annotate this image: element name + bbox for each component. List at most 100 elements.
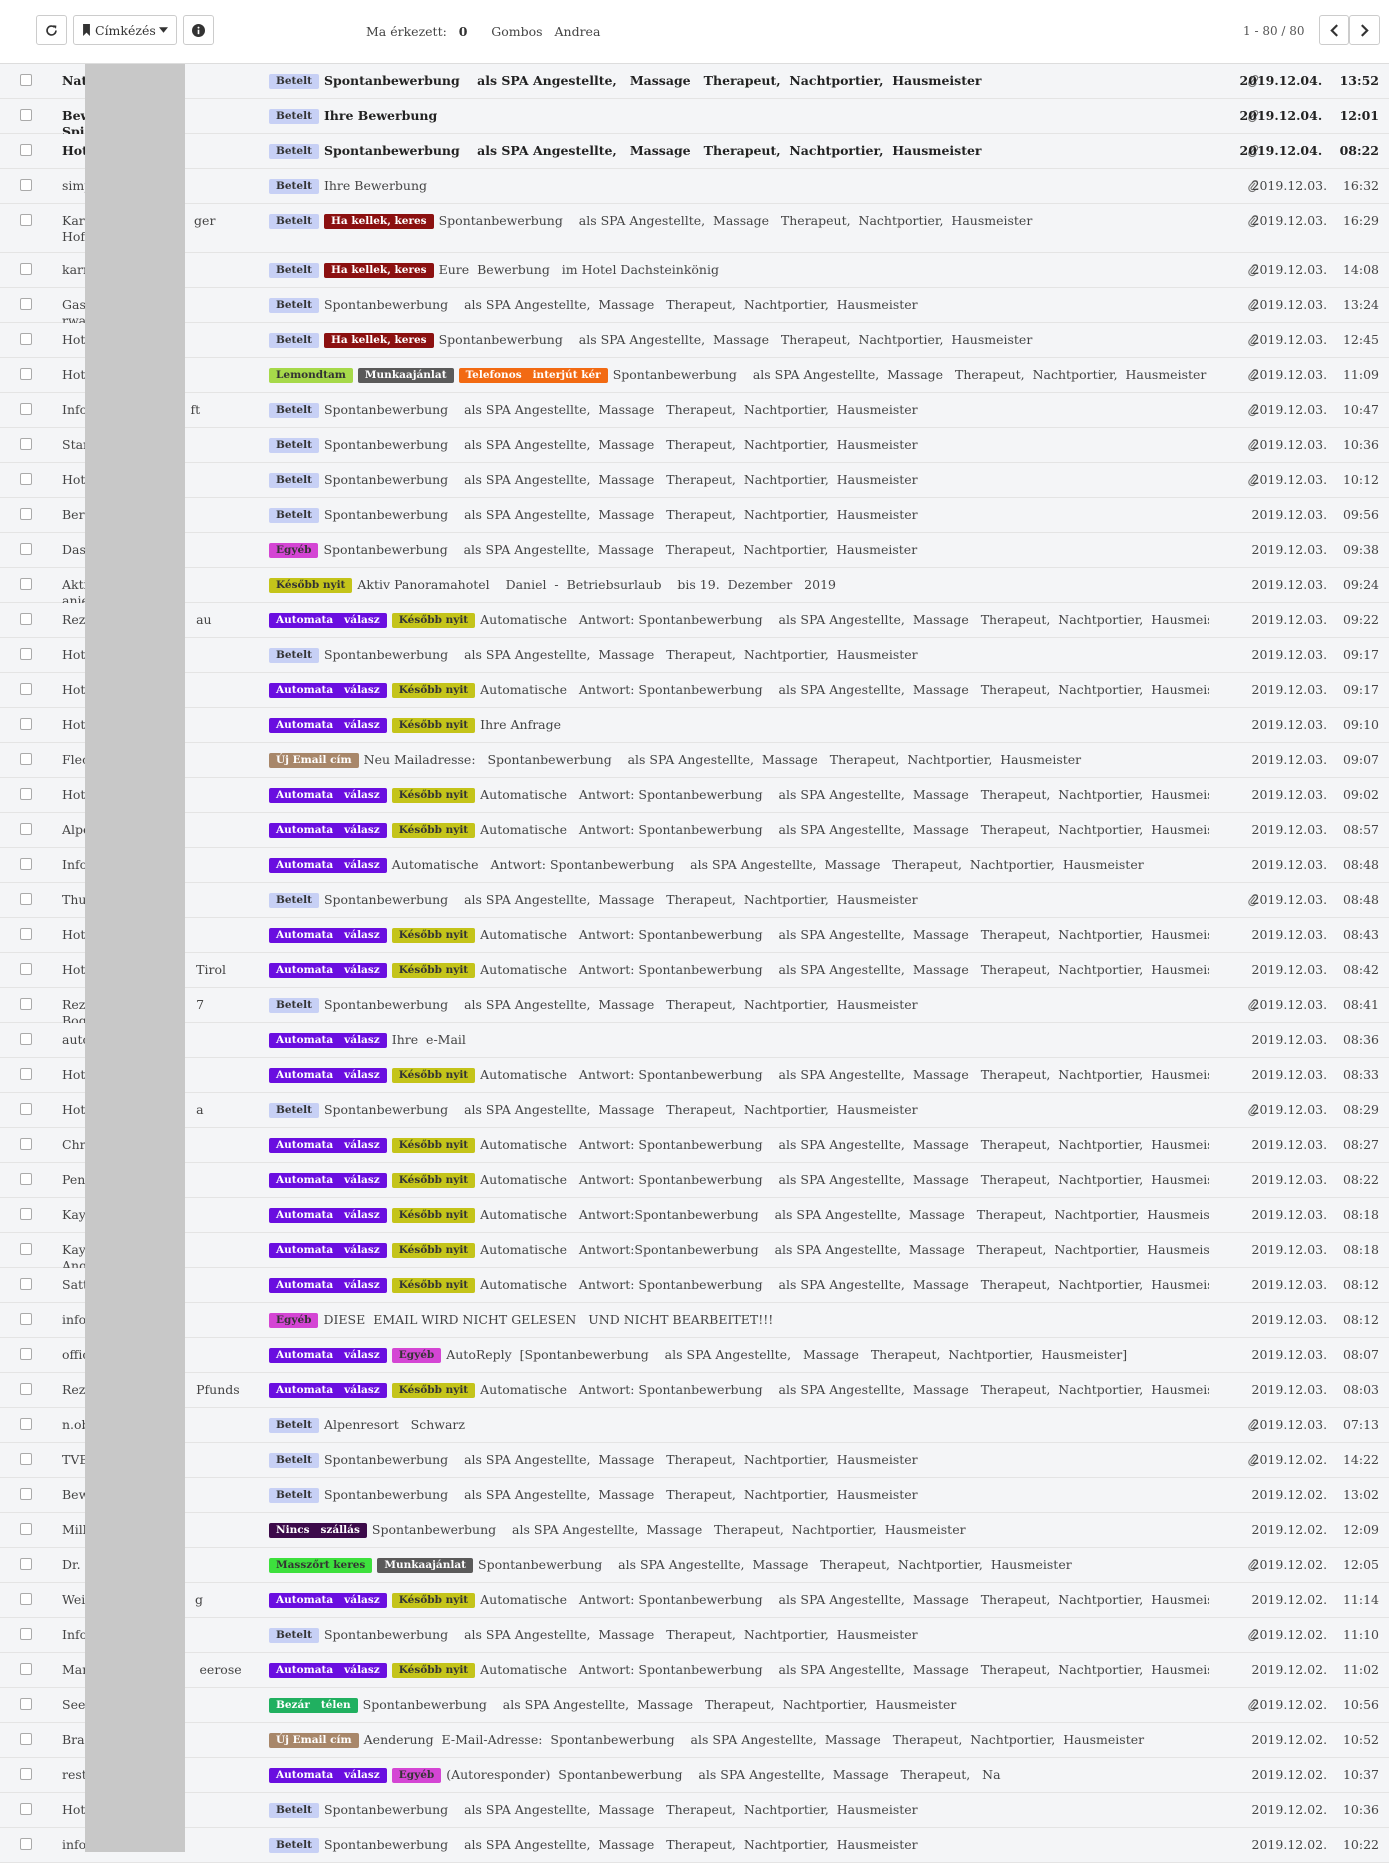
email-tag[interactable]: Később nyit [391,928,476,943]
email-tag[interactable]: Automata válasz [269,1383,387,1398]
email-row[interactable]: Bew Betelt Spontanbewerbung als SPA Angest… [0,1478,1389,1513]
email-subject[interactable]: (Autoresponder) Spontanbewerbung als SPA… [446,1767,1000,1782]
email-subject[interactable]: Automatische Antwort: Spontanbewerbung a… [480,1662,1209,1677]
row-checkbox[interactable] [20,823,32,835]
email-subject[interactable]: Spontanbewerbung als SPA Angestellte, Ma… [324,1802,918,1817]
email-row[interactable]: Kays AngelikaAutomata válaszKésőbb nyitA… [0,1233,1389,1273]
row-checkbox[interactable] [20,144,32,156]
email-tag[interactable]: Később nyit [391,1138,476,1153]
row-checkbox[interactable] [20,1733,32,1745]
email-row[interactable]: Reze 7 BognerBeteltSpontanbewerbung als … [0,988,1389,1028]
row-checkbox[interactable] [20,753,32,765]
email-subject[interactable]: Automatische Antwort: Spontanbewerbung a… [480,1067,1209,1082]
email-tag[interactable]: Ha kellek, keres [323,214,434,229]
email-tag[interactable]: Betelt [269,74,319,89]
email-row[interactable]: Alpe Automata válasz Később nyit Automatisc… [0,813,1389,848]
email-tag[interactable]: Később nyit [391,1068,476,1083]
email-tag[interactable]: Új Email cím [269,753,359,768]
email-subject[interactable]: Spontanbewerbung als SPA Angestellte, Ma… [324,1487,918,1502]
email-row[interactable]: Reze au Automata válasz Később nyit Automat… [0,603,1389,638]
email-row[interactable]: Dr. D Masszőrt keres Munkaajánlat Spontanbe… [0,1548,1389,1583]
row-checkbox[interactable] [20,543,32,555]
email-tag[interactable]: Automata válasz [269,1768,387,1783]
row-checkbox[interactable] [20,718,32,730]
email-row[interactable]: Das Egyéb Spontanbewerbung als SPA Angeste… [0,533,1389,568]
email-tag[interactable]: Később nyit [391,613,476,628]
email-row[interactable]: Info ft Betelt Spontanbewerbung als SPA An… [0,393,1389,428]
email-tag[interactable]: Automata válasz [269,1348,387,1363]
email-tag[interactable]: Automata válasz [269,1033,387,1048]
email-row[interactable]: Karr ger Hof LeogBeteltHa kellek, keresS… [0,204,1389,253]
row-checkbox[interactable] [20,1173,32,1185]
email-subject[interactable]: Automatische Antwort:Spontanbewerbung al… [480,1242,1209,1257]
email-tag[interactable]: Ha kellek, keres [323,333,434,348]
row-checkbox[interactable] [20,1838,32,1850]
email-row[interactable]: resta Automata válasz Egyéb (Autoresponder)… [0,1758,1389,1793]
email-subject[interactable]: Ihre Bewerbung [324,108,437,123]
email-tag[interactable]: Betelt [269,1803,319,1818]
email-tag[interactable]: Automata válasz [269,718,387,733]
email-subject[interactable]: Spontanbewerbung als SPA Angestellte, Ma… [324,1102,918,1117]
email-tag[interactable]: Telefonos interjút kér [458,368,608,383]
email-subject[interactable]: Automatische Antwort: Spontanbewerbung a… [480,682,1209,697]
email-row[interactable]: info Egyéb DIESE EMAIL WIRD NICHT GELESEN … [0,1303,1389,1338]
email-tag[interactable]: Munkaajánlat [377,1558,473,1573]
email-row[interactable]: Info Betelt Spontanbewerbung als SPA Anges… [0,1618,1389,1653]
email-row[interactable]: offic Automata válasz Egyéb AutoReply [Spon… [0,1338,1389,1373]
row-checkbox[interactable] [20,1418,32,1430]
email-subject[interactable]: Automatische Antwort: Spontanbewerbung a… [480,962,1209,977]
email-tag[interactable]: Később nyit [391,1663,476,1678]
row-checkbox[interactable] [20,473,32,485]
email-tag[interactable]: Automata válasz [269,823,387,838]
email-subject[interactable]: Spontanbewerbung als SPA Angestellte, Ma… [439,332,1033,347]
email-tag[interactable]: Automata válasz [269,1068,387,1083]
email-subject[interactable]: Spontanbewerbung als SPA Angestellte, Ma… [324,647,918,662]
email-tag[interactable]: Egyéb [269,543,319,558]
row-checkbox[interactable] [20,648,32,660]
email-tag[interactable]: Automata válasz [269,613,387,628]
email-tag[interactable]: Munkaajánlat [357,368,454,383]
email-row[interactable]: Hote Betelt Ha kellek, keres Spontanbewerbu… [0,323,1389,358]
email-row[interactable]: Hote Lemondtam Munkaajánlat Telefonos inter… [0,358,1389,393]
email-subject[interactable]: Spontanbewerbung als SPA Angestellte, Ma… [372,1522,966,1537]
email-row[interactable]: Thur Betelt Spontanbewerbung als SPA Anges… [0,883,1389,918]
email-tag[interactable]: Később nyit [391,683,476,698]
email-subject[interactable]: Automatische Antwort: Spontanbewerbung a… [480,787,1209,802]
row-checkbox[interactable] [20,858,32,870]
email-row[interactable]: TVB Betelt Spontanbewerbung als SPA Angest… [0,1443,1389,1478]
row-checkbox[interactable] [20,1313,32,1325]
email-row[interactable]: Hote Automata válasz Később nyit Automatisc… [0,673,1389,708]
email-tag[interactable]: Betelt [269,1418,319,1433]
email-subject[interactable]: Automatische Antwort: Spontanbewerbung a… [480,1277,1209,1292]
row-checkbox[interactable] [20,928,32,940]
email-row[interactable]: Berg Betelt Spontanbewerbung als SPA Anges… [0,498,1389,533]
email-tag[interactable]: Automata válasz [269,963,387,978]
email-tag[interactable]: Lemondtam [269,368,353,383]
email-subject[interactable]: Automatische Antwort: Spontanbewerbung a… [480,822,1209,837]
email-tag[interactable]: Egyéb [391,1768,442,1783]
email-subject[interactable]: Alpenresort Schwarz [324,1417,465,1432]
row-checkbox[interactable] [20,1068,32,1080]
email-subject[interactable]: Spontanbewerbung als SPA Angestellte, Ma… [324,472,918,487]
row-checkbox[interactable] [20,109,32,121]
row-checkbox[interactable] [20,214,32,226]
email-subject[interactable]: Automatische Antwort: Spontanbewerbung a… [480,1137,1209,1152]
email-subject[interactable]: Automatische Antwort: Spontanbewerbung a… [480,612,1209,627]
email-subject[interactable]: AutoReply [Spontanbewerbung als SPA Ange… [446,1347,1127,1362]
email-tag[interactable]: Betelt [269,1453,319,1468]
email-tag[interactable]: Később nyit [391,1173,476,1188]
email-row[interactable]: Hote Betelt Spontanbewerbung als SPA Anges… [0,1793,1389,1828]
row-checkbox[interactable] [20,1243,32,1255]
email-subject[interactable]: Spontanbewerbung als SPA Angestellte, Ma… [324,143,982,158]
email-row[interactable]: Aktiv aniel'OtztalKésőbb nyitAktiv Panor… [0,568,1389,608]
email-subject[interactable]: Spontanbewerbung als SPA Angestellte, Ma… [324,297,918,312]
email-subject[interactable]: Spontanbewerbung als SPA Angestellte, Ma… [324,1627,918,1642]
email-subject[interactable]: Spontanbewerbung als SPA Angestellte, Ma… [439,213,1033,228]
email-subject[interactable]: Spontanbewerbung als SPA Angestellte, Ma… [324,997,918,1012]
next-page-button[interactable] [1349,15,1380,45]
email-row[interactable]: Hote Betelt Spontanbewerbung als SPA Anges… [0,638,1389,673]
email-subject[interactable]: Automatische Antwort: Spontanbewerbung a… [480,1382,1209,1397]
email-row[interactable]: Hote Automata válasz Később nyit Automatisc… [0,1058,1389,1093]
email-tag[interactable]: Automata válasz [269,1663,387,1678]
row-checkbox[interactable] [20,1593,32,1605]
